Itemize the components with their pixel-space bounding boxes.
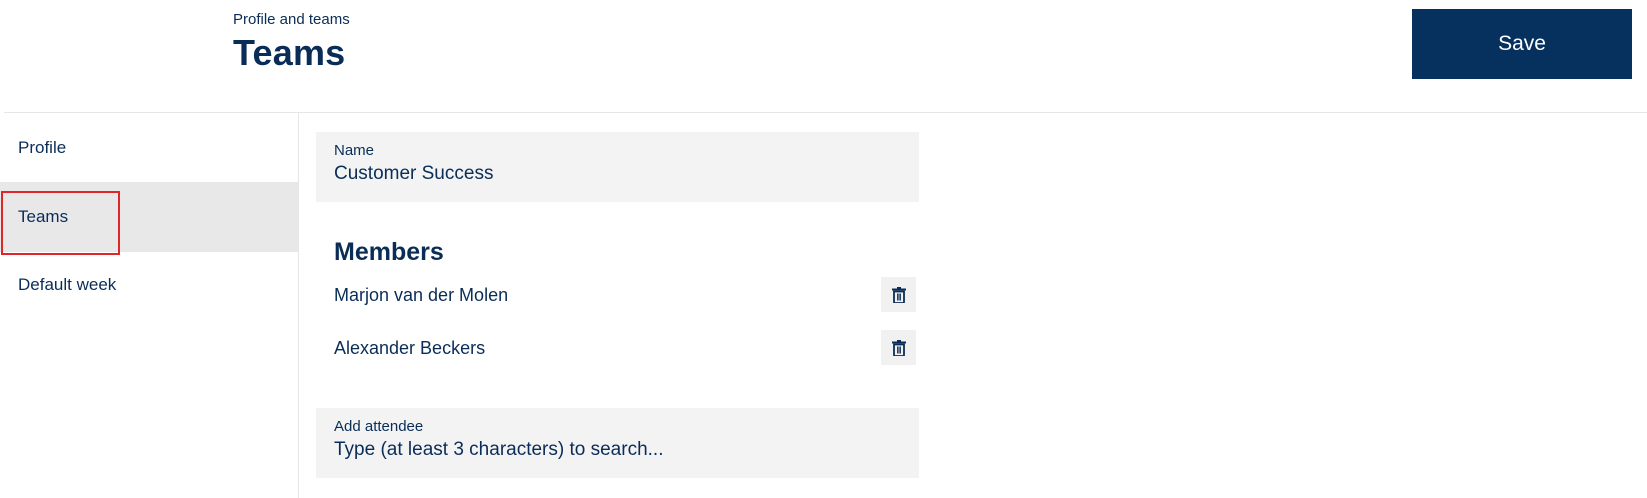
sidebar-item-profile[interactable]: Profile	[0, 113, 298, 183]
member-row: Marjon van der Molen	[334, 277, 916, 313]
attendee-search-input[interactable]	[334, 439, 901, 461]
settings-sidebar: Profile Teams Default week	[0, 113, 299, 498]
teams-page: Profile and teams Teams Save Profile Tea…	[0, 0, 1647, 498]
sidebar-item-default-week[interactable]: Default week	[0, 250, 298, 320]
members-heading: Members	[334, 238, 444, 266]
member-row: Alexander Beckers	[334, 330, 916, 366]
page-title: Teams	[233, 32, 346, 73]
sidebar-item-label: Default week	[18, 275, 117, 294]
team-name-value[interactable]: Customer Success	[334, 163, 901, 185]
add-attendee-label: Add attendee	[334, 418, 424, 435]
breadcrumb[interactable]: Profile and teams	[233, 11, 350, 28]
page-header: Profile and teams Teams Save	[0, 0, 1647, 112]
add-attendee-field[interactable]: Add attendee	[316, 408, 919, 478]
delete-member-button[interactable]	[881, 330, 916, 365]
save-button[interactable]: Save	[1412, 9, 1632, 79]
member-name: Alexander Beckers	[334, 338, 486, 358]
delete-member-button[interactable]	[881, 277, 916, 312]
trash-icon	[891, 286, 906, 303]
member-name: Marjon van der Molen	[334, 285, 509, 305]
team-name-field[interactable]: Name Customer Success	[316, 132, 919, 202]
sidebar-item-label: Profile	[18, 138, 67, 157]
trash-icon	[891, 339, 906, 356]
team-name-label: Name	[334, 142, 375, 159]
sidebar-item-teams[interactable]: Teams	[0, 182, 298, 252]
sidebar-item-label: Teams	[18, 207, 69, 226]
